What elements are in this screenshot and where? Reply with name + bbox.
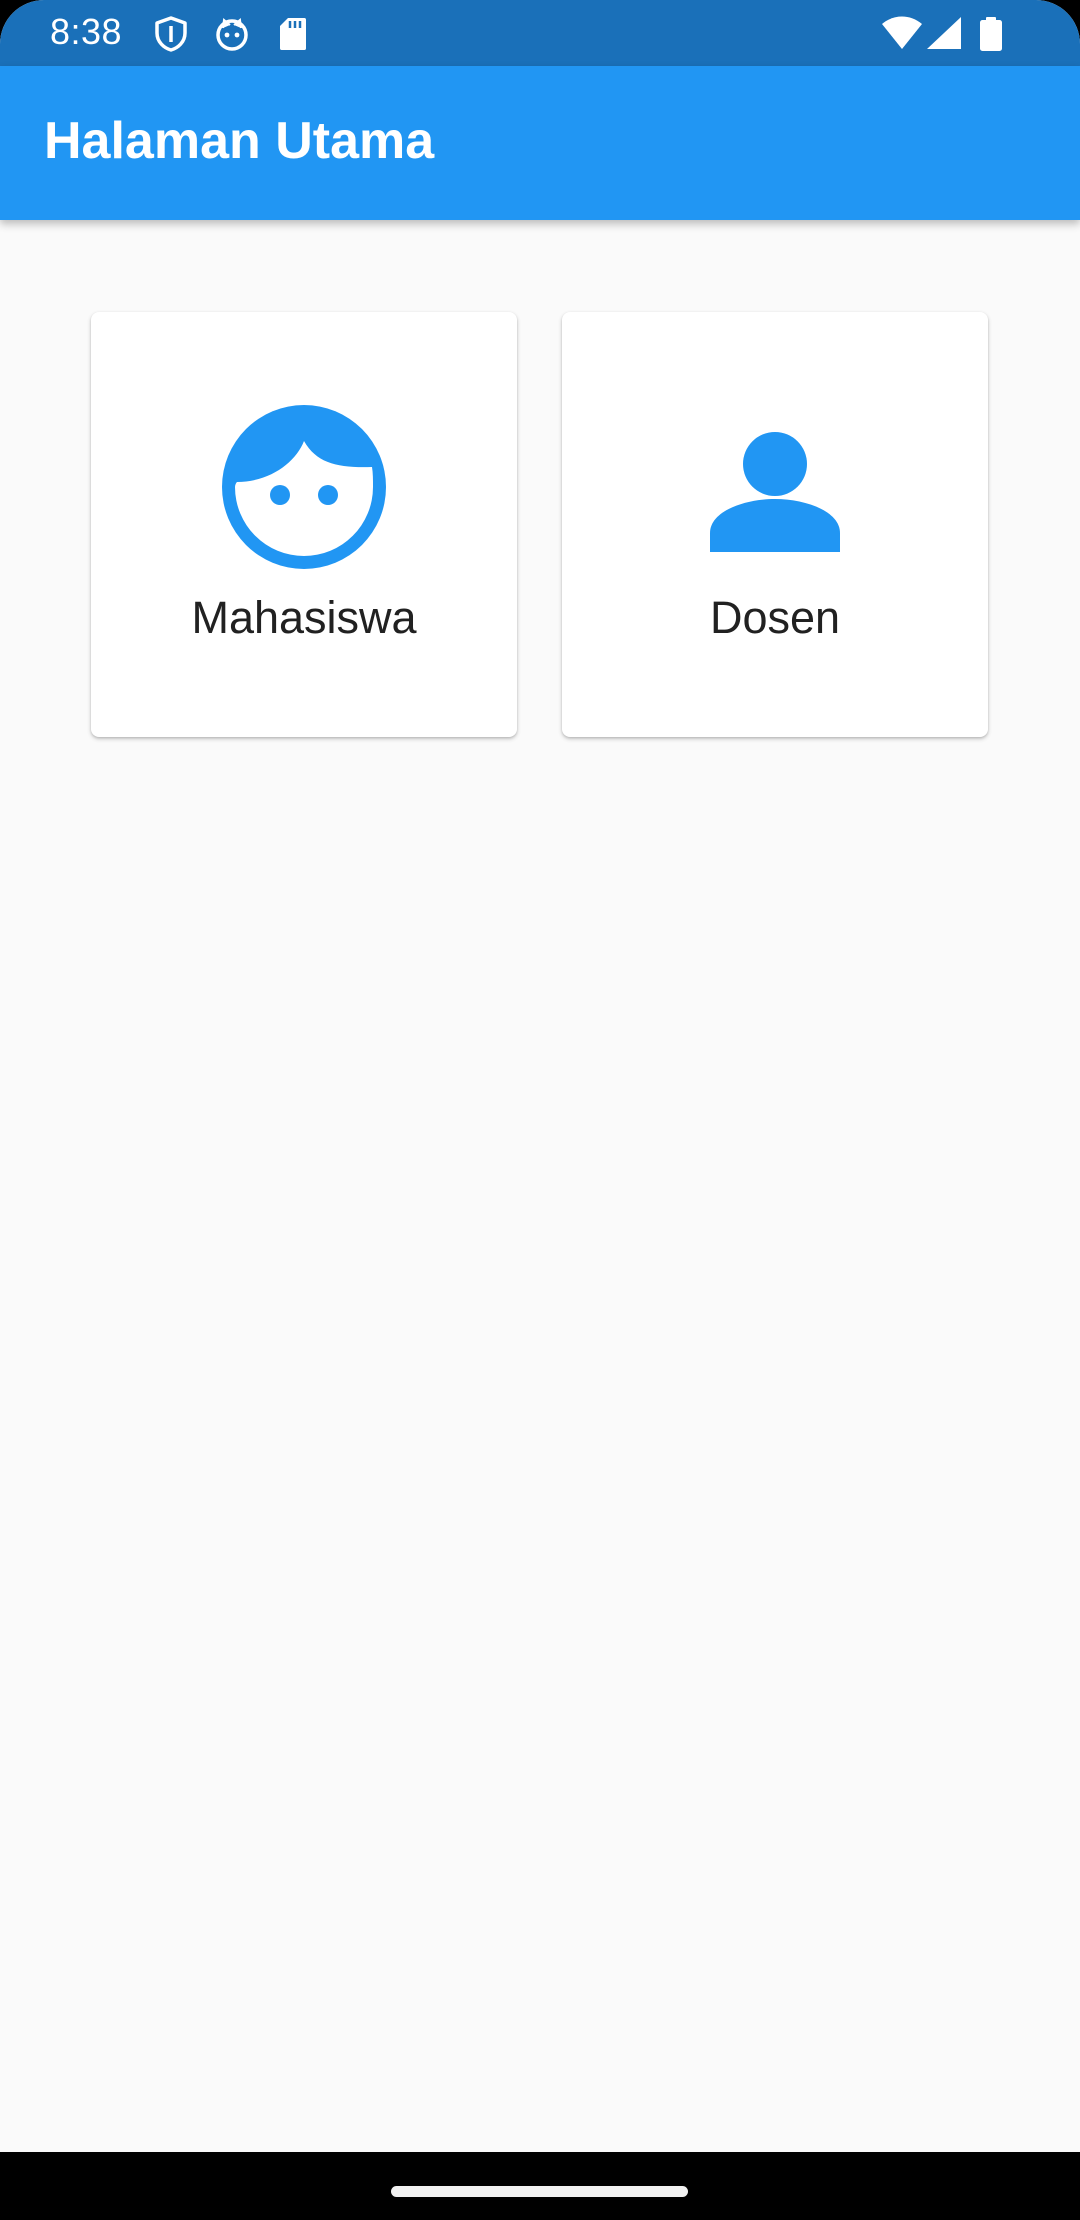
dosen-card[interactable]: Dosen bbox=[562, 312, 988, 737]
mahasiswa-label: Mahasiswa bbox=[191, 592, 417, 643]
home-indicator[interactable] bbox=[391, 2186, 688, 2197]
page-title: Halaman Utama bbox=[44, 112, 435, 170]
app-screen: 8:38 Halaman Utama Mahasiswa Dosen bbox=[0, 0, 1080, 2220]
main-content: Mahasiswa Dosen bbox=[0, 220, 1080, 2152]
mahasiswa-card[interactable]: Mahasiswa bbox=[91, 312, 517, 737]
wifi-icon bbox=[882, 16, 922, 49]
battery-icon bbox=[980, 17, 1002, 51]
cat-face-icon bbox=[216, 18, 248, 51]
dosen-label: Dosen bbox=[709, 592, 841, 643]
person-icon bbox=[710, 432, 840, 552]
shield-icon bbox=[155, 16, 187, 52]
status-bar: 8:38 bbox=[0, 0, 1080, 66]
sd-card-icon bbox=[280, 18, 306, 50]
app-bar: Halaman Utama bbox=[0, 66, 1080, 220]
face-icon bbox=[222, 405, 386, 569]
system-navigation-bar bbox=[0, 2152, 1080, 2220]
cellular-signal-icon bbox=[927, 17, 961, 49]
status-time: 8:38 bbox=[50, 11, 123, 52]
